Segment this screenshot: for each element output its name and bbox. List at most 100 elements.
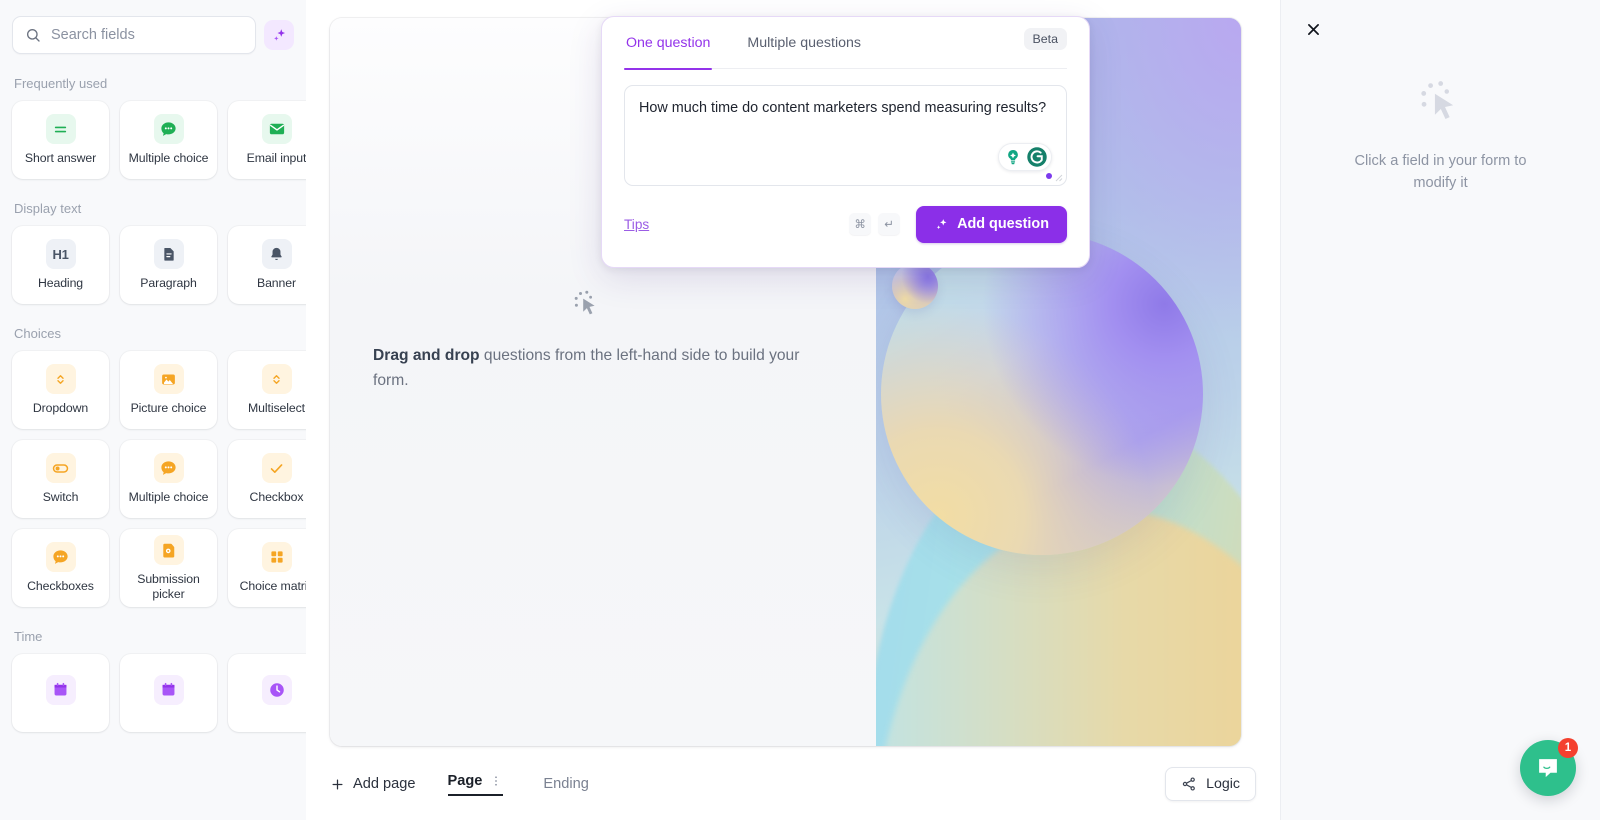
canvas-empty-text: Drag and drop questions from the left-ha… [373, 343, 803, 394]
field-card-multiple-choice[interactable]: Multiple choice [120, 101, 217, 179]
clock-icon [261, 674, 292, 705]
field-card-row: H1 Heading Paragraph Banner [0, 226, 306, 304]
beta-badge: Beta [1023, 28, 1067, 50]
field-card-label: Email input [246, 151, 306, 166]
add-page-label: Add page [353, 776, 416, 792]
field-card-paragraph[interactable]: Paragraph [120, 226, 217, 304]
image-icon [153, 364, 184, 395]
page-tab[interactable]: Page [447, 772, 504, 796]
field-card-short-answer[interactable]: Short answer [12, 101, 109, 179]
field-card-label: Paragraph [140, 276, 197, 291]
add-question-button[interactable]: Add question [916, 205, 1067, 243]
popup-tabs: One question Multiple questions Beta [624, 17, 1067, 70]
pages-bottom-bar: Add page Page Ending Logic [330, 748, 1256, 820]
field-card-label: Checkboxes [27, 579, 94, 594]
chat-dots-icon [153, 114, 184, 145]
clock-glyph [269, 682, 284, 697]
field-card-label: Banner [256, 276, 297, 291]
field-card-multiple-choice-amber[interactable]: Multiple choice [120, 440, 217, 518]
tips-link[interactable]: Tips [624, 217, 649, 232]
calendar-icon [45, 674, 76, 705]
field-card-label: Dropdown [32, 401, 89, 416]
canvas-empty-bold: Drag and drop [373, 347, 480, 364]
field-settings-panel: Click a field in your form to modify it [1280, 0, 1600, 820]
field-card-label: Choice matrix [239, 579, 306, 594]
field-card-label: Multiple choice [128, 151, 209, 166]
field-card-label: Switch [42, 490, 79, 505]
ending-tab[interactable]: Ending [543, 776, 588, 792]
assistant-status-dot [1046, 173, 1052, 179]
field-card-date-1[interactable] [12, 654, 109, 732]
kbd-enter: ↵ [878, 213, 901, 235]
field-card-picture-choice[interactable]: Picture choice [120, 351, 217, 429]
field-card-label: Picture choice [130, 401, 207, 416]
grid-icon [261, 542, 292, 573]
group-title-choices: Choices [14, 326, 61, 341]
group-title-display-text: Display text [14, 201, 82, 216]
chat-dots-icon [45, 542, 76, 573]
logic-label: Logic [1206, 776, 1240, 792]
field-card-submission-picker[interactable]: Submission picker [120, 529, 217, 607]
kbd-command: ⌘ [849, 213, 872, 235]
chat-dots-glyph [161, 122, 176, 136]
plus-icon [332, 779, 343, 789]
fields-sidebar: Search fields Frequently used Short answ… [0, 0, 306, 820]
close-panel-button[interactable] [1302, 18, 1324, 40]
field-card-heading[interactable]: H1 Heading [12, 226, 109, 304]
field-card-banner[interactable]: Banner [228, 226, 306, 304]
bell-glyph [271, 247, 282, 260]
ai-assist-button[interactable] [264, 20, 294, 50]
field-card-date-2[interactable] [120, 654, 217, 732]
field-card-multiselect[interactable]: Multiselect [228, 351, 306, 429]
resize-handle-icon[interactable] [1053, 172, 1063, 182]
popup-actions: ⌘ ↵ Add question [849, 205, 1067, 243]
submission-icon [153, 535, 184, 565]
add-page-button[interactable]: Add page [330, 776, 416, 792]
tab-multiple-questions[interactable]: Multiple questions [745, 17, 863, 69]
page-tab-label: Page [447, 772, 483, 789]
chat-bubble-icon [1539, 759, 1557, 778]
field-card-row [0, 654, 306, 732]
tab-one-question[interactable]: One question [624, 17, 713, 70]
chat-dots-glyph [53, 550, 68, 564]
form-builder-app: Search fields Frequently used Short answ… [0, 0, 1600, 820]
panel-empty-state: Click a field in your form to modify it [1281, 80, 1600, 194]
question-textarea[interactable]: How much time do content marketers spend… [624, 85, 1067, 186]
chevron-updown-icon [261, 364, 292, 395]
search-icon [27, 29, 40, 42]
close-icon [1307, 23, 1319, 35]
artwork-sphere-medium [892, 263, 938, 309]
field-card-label: Multiselect [248, 401, 305, 416]
calendar-glyph [54, 682, 67, 696]
field-card-checkboxes[interactable]: Checkboxes [12, 529, 109, 607]
writing-assistant-toolbar[interactable] [998, 143, 1052, 171]
popup-footer: Tips ⌘ ↵ Add question [624, 205, 1067, 243]
panel-empty-message: Click a field in your form to modify it [1354, 153, 1527, 192]
search-placeholder: Search fields [51, 27, 135, 43]
more-vertical-icon[interactable] [489, 774, 503, 788]
canvas-empty-state: Drag and drop questions from the left-ha… [373, 290, 803, 394]
field-card-dropdown[interactable]: Dropdown [12, 351, 109, 429]
submission-glyph [162, 543, 174, 558]
field-card-label: Checkbox [249, 490, 304, 505]
chevron-updown-icon [45, 364, 76, 395]
field-card-checkbox[interactable]: Checkbox [228, 440, 306, 518]
field-card-email-input[interactable]: Email input [228, 101, 306, 179]
field-card-choice-matrix[interactable]: Choice matrix [228, 529, 306, 607]
sidebar-search-row: Search fields [0, 16, 306, 54]
grammarly-icon[interactable] [1026, 146, 1048, 168]
click-cursor-icon [573, 290, 803, 325]
field-card-label: Heading [37, 276, 84, 291]
chevron-updown-glyph [57, 374, 64, 384]
search-input[interactable]: Search fields [12, 16, 256, 54]
add-question-label: Add question [957, 216, 1049, 232]
field-card-time[interactable] [228, 654, 306, 732]
field-card-row: Dropdown Picture choice Multiselect [0, 351, 306, 429]
chat-dots-glyph [161, 461, 176, 475]
chevron-updown-glyph [273, 374, 280, 384]
field-card-switch[interactable]: Switch [12, 440, 109, 518]
lightbulb-icon[interactable] [1002, 146, 1024, 168]
sparkles-icon [936, 218, 947, 229]
toggle-glyph [52, 464, 69, 473]
logic-button[interactable]: Logic [1165, 767, 1256, 801]
